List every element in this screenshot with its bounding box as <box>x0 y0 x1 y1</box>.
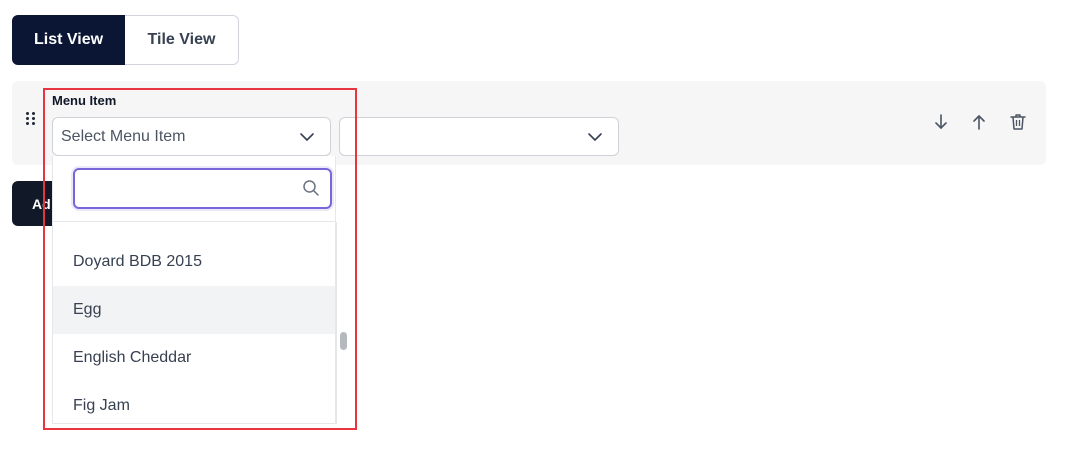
dropdown-divider <box>53 221 335 222</box>
dropdown-option[interactable]: Doyard BDB 2015 <box>53 238 335 286</box>
arrow-down-icon[interactable] <box>931 112 951 132</box>
dropdown-scrollbar-thumb[interactable] <box>340 332 347 350</box>
dropdown-scrollbar-track <box>336 222 337 424</box>
menu-item-select[interactable]: Select Menu Item <box>52 117 331 156</box>
trash-icon[interactable] <box>1008 112 1028 132</box>
chevron-down-icon <box>588 133 602 141</box>
menu-item-select-value: Select Menu Item <box>61 127 186 145</box>
list-view-button[interactable]: List View <box>12 15 125 65</box>
secondary-select[interactable] <box>339 117 619 156</box>
menu-item-label: Menu Item <box>52 93 117 108</box>
chevron-down-icon <box>300 133 314 141</box>
dropdown-option[interactable]: English Cheddar <box>53 334 335 382</box>
search-icon <box>303 180 319 196</box>
arrow-up-icon[interactable] <box>969 112 989 132</box>
dropdown-search-input[interactable] <box>73 168 332 209</box>
tile-view-button[interactable]: Tile View <box>125 15 239 65</box>
view-toggle: List View Tile View <box>12 15 239 65</box>
dropdown-option[interactable]: Fig Jam <box>53 382 335 423</box>
drag-handle-icon[interactable] <box>26 112 38 130</box>
menu-item-dropdown: Doyard BDB 2015 Egg English Cheddar Fig … <box>52 156 336 424</box>
dropdown-option[interactable]: Egg <box>53 286 335 334</box>
